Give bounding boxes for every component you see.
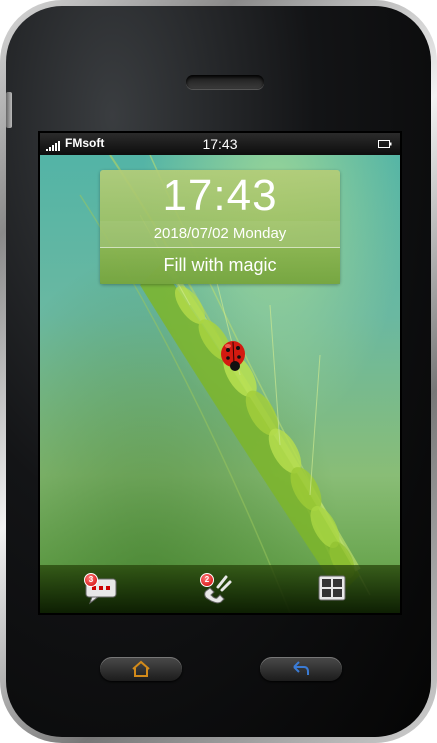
back-icon [293, 661, 309, 675]
volume-button[interactable] [6, 92, 12, 128]
messages-badge: 3 [84, 573, 98, 587]
clock-slogan: Fill with magic [100, 248, 340, 284]
battery-icon [378, 140, 392, 148]
clock-time: 17:43 [162, 171, 278, 220]
phone-badge: 2 [200, 573, 214, 587]
phone-frame: FMsoft 17:43 17:43 2018/07/02 Monday Fil… [0, 0, 437, 743]
clock-date: 2018/07/02 Monday [100, 221, 340, 248]
earpiece-speaker [186, 75, 264, 89]
status-time: 17:43 [202, 136, 238, 152]
back-button[interactable] [260, 657, 342, 681]
phone-screen: FMsoft 17:43 17:43 2018/07/02 Monday Fil… [38, 131, 402, 615]
dock-bar: 3 2 [40, 565, 400, 613]
home-icon [132, 660, 150, 677]
status-bar: FMsoft 17:43 [40, 133, 400, 155]
lock-screen-clock: 17:43 2018/07/02 Monday Fill with magic [100, 170, 340, 284]
messages-button[interactable]: 3 [80, 571, 120, 605]
apps-button[interactable] [312, 571, 352, 605]
home-button[interactable] [100, 657, 182, 681]
grid-icon [318, 575, 346, 601]
phone-button[interactable]: 2 [196, 571, 236, 605]
